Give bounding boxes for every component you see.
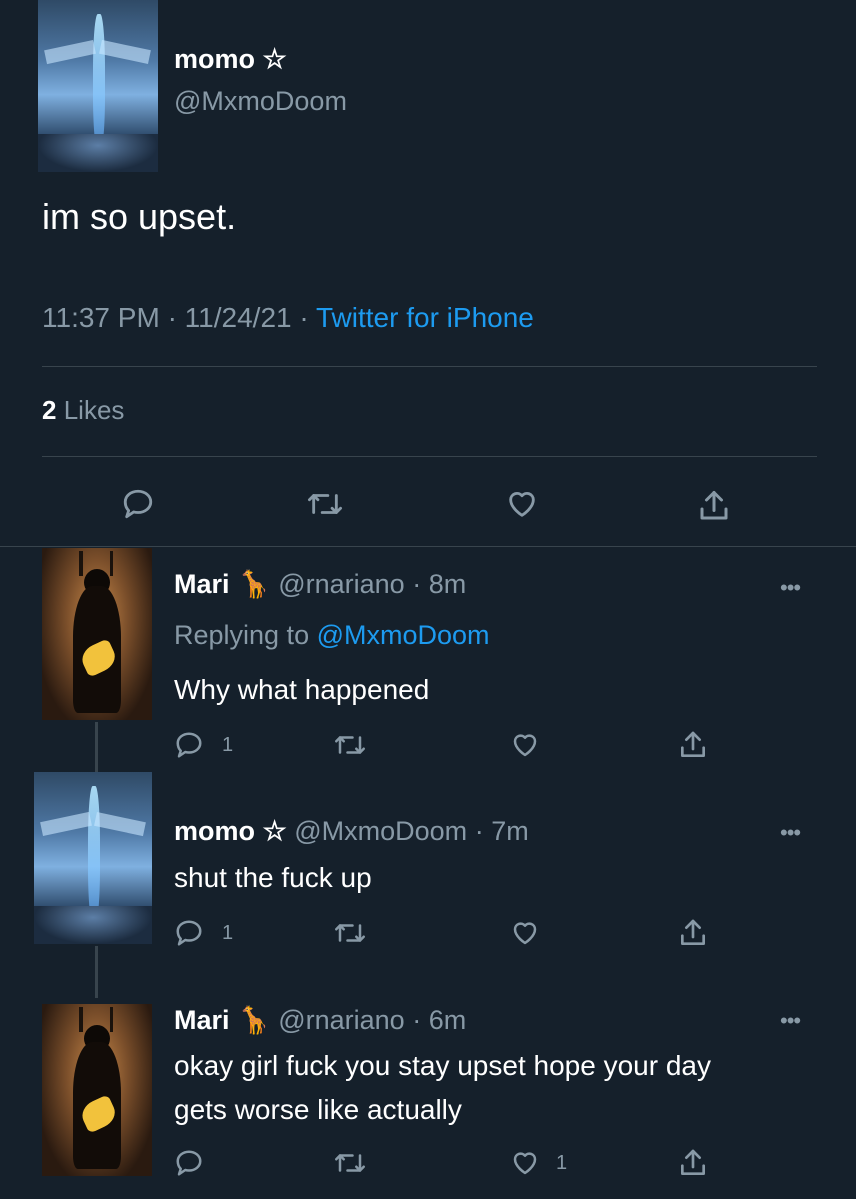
- divider: [0, 546, 856, 547]
- tweet-date: 11/24/21: [184, 302, 292, 333]
- author-name[interactable]: Mari: [174, 1005, 230, 1035]
- thread-line: [95, 946, 98, 998]
- avatar-mari[interactable]: [42, 548, 152, 720]
- like-count: 1: [556, 1152, 568, 1174]
- author-name[interactable]: momo ☆: [174, 44, 287, 75]
- reply-text-line2: gets worse like actually: [174, 1094, 462, 1125]
- like-icon[interactable]: [506, 728, 544, 762]
- avatar-momo[interactable]: [38, 0, 158, 172]
- share-icon[interactable]: [674, 726, 712, 764]
- more-options-icon[interactable]: •••: [780, 1008, 801, 1034]
- tweet-time: 11:37 PM: [42, 302, 160, 333]
- more-options-icon[interactable]: •••: [780, 820, 801, 846]
- giraffe-emoji: 🦒: [237, 569, 271, 599]
- retweet-icon[interactable]: [300, 484, 350, 524]
- reply-time[interactable]: 6m: [429, 1005, 467, 1035]
- like-icon[interactable]: [500, 484, 544, 524]
- meta-separator: ·: [474, 816, 484, 846]
- meta-separator: ·: [412, 569, 422, 599]
- likes-count: 2: [42, 395, 57, 425]
- giraffe-emoji: 🦒: [237, 1005, 271, 1035]
- reply-count: 1: [222, 922, 234, 944]
- reply-header: Mari 🦒 @rnariano · 8m: [174, 568, 466, 600]
- tweet-source[interactable]: Twitter for iPhone: [316, 302, 534, 333]
- divider: [42, 366, 817, 367]
- reply-text-line1: okay girl fuck you stay upset hope your …: [174, 1050, 711, 1081]
- retweet-icon[interactable]: [328, 1146, 372, 1180]
- reply-text: Why what happened: [174, 674, 430, 705]
- reply-count: 1: [222, 734, 234, 756]
- replying-handle[interactable]: @MxmoDoom: [317, 620, 490, 650]
- tweet-meta: 11:37 PM · 11/24/21 · Twitter for iPhone: [42, 302, 534, 334]
- thread-line: [95, 722, 98, 772]
- reply-time[interactable]: 8m: [429, 569, 467, 599]
- share-icon[interactable]: [674, 914, 712, 952]
- author-handle[interactable]: @MxmoDoom: [294, 816, 467, 846]
- reply-header: momo ☆ @MxmoDoom · 7m: [174, 816, 529, 847]
- like-icon[interactable]: [506, 916, 544, 950]
- author-name[interactable]: momo ☆: [174, 816, 287, 846]
- reply-icon[interactable]: [118, 484, 158, 524]
- divider: [42, 456, 817, 457]
- replying-prefix: Replying to: [174, 620, 310, 650]
- tweet-text: im so upset.: [42, 196, 237, 237]
- share-icon[interactable]: [692, 484, 736, 528]
- avatar-momo[interactable]: [34, 772, 152, 944]
- likes-label: Likes: [63, 395, 125, 425]
- reply-header: Mari 🦒 @rnariano · 6m: [174, 1004, 466, 1036]
- reply-time[interactable]: 7m: [491, 816, 529, 846]
- avatar-mari[interactable]: [42, 1004, 152, 1176]
- like-icon[interactable]: [506, 1146, 544, 1180]
- author-handle[interactable]: @rnariano: [278, 1005, 404, 1035]
- meta-separator: ·: [167, 302, 177, 333]
- retweet-icon[interactable]: [328, 728, 372, 762]
- reply-icon[interactable]: [172, 728, 206, 762]
- more-options-icon[interactable]: •••: [780, 575, 801, 601]
- reply-icon[interactable]: [172, 1146, 206, 1180]
- meta-separator: ·: [299, 302, 309, 333]
- author-handle[interactable]: @rnariano: [278, 569, 404, 599]
- author-name[interactable]: Mari: [174, 569, 230, 599]
- author-handle[interactable]: @MxmoDoom: [174, 86, 347, 117]
- replying-to: Replying to @MxmoDoom: [174, 620, 490, 651]
- reply-icon[interactable]: [172, 916, 206, 950]
- reply-text: shut the fuck up: [174, 862, 372, 893]
- share-icon[interactable]: [674, 1144, 712, 1182]
- retweet-icon[interactable]: [328, 916, 372, 950]
- meta-separator: ·: [412, 1005, 422, 1035]
- likes-stat[interactable]: 2 Likes: [42, 395, 124, 426]
